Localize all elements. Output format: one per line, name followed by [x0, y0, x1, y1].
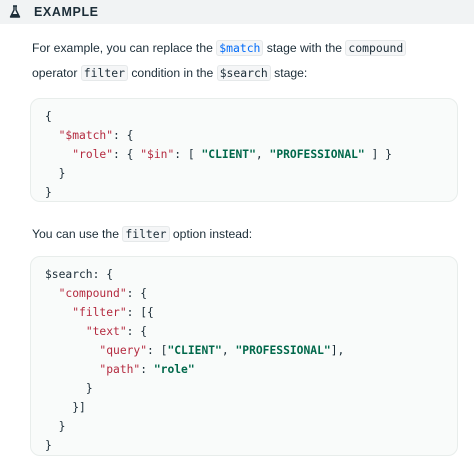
- text: condition in the: [127, 66, 217, 80]
- inline-code-filter: filter: [80, 65, 128, 81]
- code-token: ] }: [364, 148, 392, 161]
- code-token: : {: [126, 325, 148, 338]
- code-token: ],: [330, 344, 345, 357]
- code-line: }: [45, 436, 457, 455]
- code-token: "text": [85, 325, 127, 338]
- code-token: "query": [99, 344, 148, 357]
- text: stage:: [270, 66, 308, 80]
- code-token: "CLIENT": [167, 344, 222, 357]
- code-token: "role": [72, 148, 114, 161]
- code-token: {: [45, 110, 52, 123]
- code-line: "$match": {: [45, 126, 457, 145]
- code-line: }: [45, 379, 457, 398]
- code-token: }: [58, 167, 66, 180]
- code-token: : {: [113, 148, 141, 161]
- code-line: }]: [45, 398, 457, 417]
- code-token: }: [45, 439, 52, 452]
- code-line: $search: {: [45, 265, 457, 284]
- text: option instead:: [169, 227, 253, 241]
- code-block-match[interactable]: { "$match": { "role": { "$in": [ "CLIENT…: [30, 98, 458, 202]
- code-line: "filter": [{: [45, 303, 457, 322]
- code-line: {: [45, 107, 457, 126]
- code-token: }: [45, 186, 52, 199]
- code-token: "PROFESSIONAL": [235, 344, 331, 357]
- code-token: "PROFESSIONAL": [269, 148, 365, 161]
- intro-paragraph: For example, you can replace the $match …: [32, 36, 452, 86]
- code-token: : {: [113, 129, 134, 142]
- filter-paragraph: You can use the filter option instead:: [32, 222, 452, 247]
- text: stage with the: [263, 41, 346, 55]
- code-line: }: [45, 164, 457, 183]
- example-callout: EXAMPLE For example, you can replace the…: [0, 0, 474, 476]
- code-token: }: [58, 420, 66, 433]
- code-token: "$in": [140, 148, 175, 161]
- code-line: "path": "role": [45, 360, 457, 379]
- callout-title: EXAMPLE: [34, 5, 99, 19]
- code-token: }]: [72, 401, 86, 414]
- callout-header: EXAMPLE: [0, 0, 474, 24]
- code-line: }: [45, 417, 457, 436]
- code-token: "filter": [72, 306, 127, 319]
- code-token: ,: [221, 344, 236, 357]
- code-block-search[interactable]: $search: { "compound": { "filter": [{ "t…: [30, 256, 458, 456]
- code-token: : [: [147, 344, 168, 357]
- inline-code-filter-2: filter: [122, 226, 170, 242]
- text: operator: [32, 66, 81, 80]
- flask-icon: [8, 5, 22, 19]
- code-token: "path": [99, 363, 141, 376]
- code-token: "compound": [58, 287, 127, 300]
- code-token: :: [140, 363, 154, 376]
- code-token: ,: [255, 148, 270, 161]
- code-token: }: [85, 382, 93, 395]
- code-line: }: [45, 183, 457, 202]
- code-token: : {: [126, 287, 148, 300]
- inline-code-match: $match: [216, 40, 264, 56]
- code-token: "CLIENT": [201, 148, 256, 161]
- code-line: "role": { "$in": [ "CLIENT", "PROFESSION…: [45, 145, 457, 164]
- code-token: "role": [153, 363, 195, 376]
- code-line: "query": ["CLIENT", "PROFESSIONAL"],: [45, 341, 457, 360]
- code-token: $search: {: [45, 268, 114, 281]
- text: For example, you can replace the: [32, 41, 217, 55]
- code-line: "compound": {: [45, 284, 457, 303]
- text: You can use the: [32, 227, 123, 241]
- code-token: : [: [174, 148, 202, 161]
- code-token: "$match": [58, 129, 114, 142]
- code-token: : [{: [126, 306, 154, 319]
- inline-code-compound: compound: [345, 40, 407, 56]
- inline-code-search: $search: [216, 65, 271, 81]
- code-line: "text": {: [45, 322, 457, 341]
